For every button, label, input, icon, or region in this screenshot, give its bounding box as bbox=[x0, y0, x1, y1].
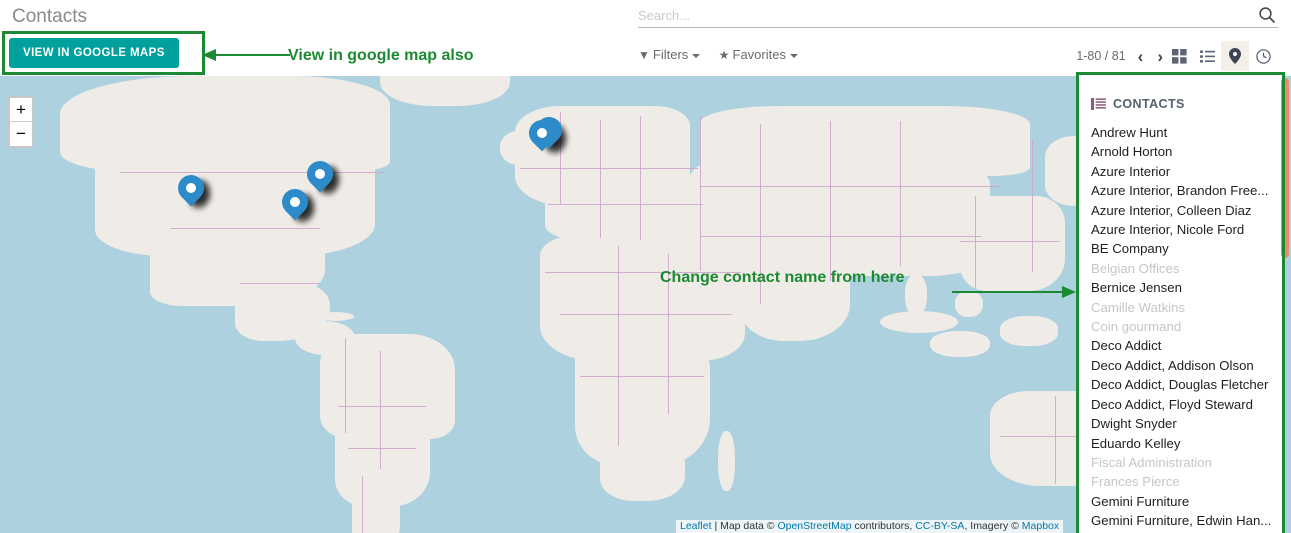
view-switcher bbox=[1165, 40, 1277, 72]
list-lines-icon bbox=[1091, 98, 1106, 110]
search-input[interactable] bbox=[638, 4, 1238, 26]
map-view-button[interactable] bbox=[1221, 41, 1249, 71]
annotation-arrow-google-maps bbox=[202, 49, 290, 61]
search-icon[interactable] bbox=[1258, 6, 1276, 24]
attrib-mid2: contributors, bbox=[851, 520, 916, 532]
pager-count: 1-80 / 81 bbox=[1076, 49, 1126, 63]
map-pin-icon bbox=[1229, 48, 1241, 64]
cc-license-link[interactable]: CC-BY-SA bbox=[915, 520, 964, 532]
zoom-in-button[interactable]: + bbox=[10, 98, 32, 122]
chevron-right-icon[interactable]: › bbox=[1155, 48, 1165, 65]
favorites-label: Favorites bbox=[732, 47, 786, 62]
map-attribution: Leaflet | Map data © OpenStreetMap contr… bbox=[676, 520, 1064, 533]
annotation-label-contact-name: Change contact name from here bbox=[660, 269, 905, 286]
chevron-left-icon[interactable]: ‹ bbox=[1136, 48, 1146, 65]
star-icon: ★ bbox=[718, 48, 730, 62]
pager: 1-80 / 81 ‹ › bbox=[1076, 42, 1165, 70]
contact-list-item[interactable]: Azure Interior, Nicole Ford bbox=[1077, 220, 1284, 239]
contact-list-item[interactable]: Gemini Furniture, Edwin Han... bbox=[1077, 511, 1284, 530]
contact-list-item[interactable]: Coin gourmand bbox=[1077, 317, 1284, 336]
kanban-view-button[interactable] bbox=[1165, 41, 1193, 71]
contact-list-item[interactable]: Deco Addict bbox=[1077, 336, 1284, 355]
contact-list-item[interactable]: Deco Addict, Addison Olson bbox=[1077, 356, 1284, 375]
grid-icon bbox=[1171, 48, 1187, 64]
contact-list-item[interactable]: Dwight Snyder bbox=[1077, 414, 1284, 433]
osm-link[interactable]: OpenStreetMap bbox=[777, 520, 851, 532]
view-in-google-maps-button[interactable]: VIEW IN GOOGLE MAPS bbox=[9, 38, 179, 68]
attrib-mid1: | Map data © bbox=[711, 520, 778, 532]
clock-icon bbox=[1255, 48, 1271, 64]
contact-list-item[interactable]: Camille Watkins bbox=[1077, 298, 1284, 317]
contact-list-item[interactable]: Deco Addict, Floyd Steward bbox=[1077, 395, 1284, 414]
list-view-button[interactable] bbox=[1193, 41, 1221, 71]
page-title: Contacts bbox=[12, 6, 87, 27]
annotation-label-google-maps: View in google map also bbox=[288, 47, 474, 64]
control-row: ▼ Filters ★ Favorites 1-80 / 81 ‹ › bbox=[638, 40, 1283, 72]
leaflet-link[interactable]: Leaflet bbox=[680, 520, 712, 532]
map-marker-cluster[interactable] bbox=[523, 111, 569, 158]
annotation-arrow-contact-name bbox=[952, 286, 1076, 298]
contact-list-item[interactable]: Fiscal Administration bbox=[1077, 453, 1284, 472]
contact-list-item[interactable]: BE Company bbox=[1077, 239, 1284, 258]
mapbox-link[interactable]: Mapbox bbox=[1022, 520, 1059, 532]
contact-list-item[interactable]: Azure Interior bbox=[1077, 162, 1284, 181]
list-icon bbox=[1199, 50, 1215, 63]
zoom-out-button[interactable]: − bbox=[10, 122, 32, 146]
map-zoom-control[interactable]: + − bbox=[8, 96, 34, 148]
attrib-mid3: , Imagery © bbox=[964, 520, 1022, 532]
favorites-dropdown[interactable]: ★ Favorites bbox=[719, 42, 798, 68]
contact-list-item[interactable]: Azure Interior, Brandon Free... bbox=[1077, 181, 1284, 200]
search-bar[interactable] bbox=[638, 4, 1278, 28]
top-bar: Contacts VIEW IN GOOGLE MAPS ▼Filters ★F… bbox=[0, 0, 1291, 76]
contacts-panel-title: CONTACTS bbox=[1113, 97, 1185, 111]
contacts-list[interactable]: Andrew Hunt Arnold Horton Azure Interior Az… bbox=[1077, 123, 1284, 531]
chevron-down-icon bbox=[692, 53, 701, 58]
contacts-panel-inner: CONTACTS Andrew Hunt Arnold Horton Azure I… bbox=[1077, 73, 1284, 531]
contact-list-item[interactable]: Belgian Offices bbox=[1077, 259, 1284, 278]
contact-list-item[interactable]: Azure Interior, Colleen Diaz bbox=[1077, 201, 1284, 220]
contact-list-item[interactable]: Deco Addict, Douglas Fletcher bbox=[1077, 375, 1284, 394]
filter-funnel-icon: ▼ bbox=[638, 48, 650, 62]
contact-list-item[interactable]: Bernice Jensen bbox=[1077, 278, 1284, 297]
contacts-panel-header: CONTACTS bbox=[1077, 83, 1284, 123]
map-marker[interactable] bbox=[276, 183, 317, 227]
filters-dropdown[interactable]: ▼ Filters bbox=[638, 42, 701, 68]
activity-view-button[interactable] bbox=[1249, 41, 1277, 71]
contact-list-item[interactable]: Eduardo Kelley bbox=[1077, 434, 1284, 453]
filters-label: Filters bbox=[652, 47, 689, 62]
contact-list-item[interactable]: Gemini Furniture bbox=[1077, 492, 1284, 511]
contact-list-item[interactable]: Andrew Hunt bbox=[1077, 123, 1284, 142]
contacts-map-page: + − Leaflet | Map data © OpenStreetMap c… bbox=[0, 0, 1291, 533]
contact-list-item[interactable]: Frances Pierce bbox=[1077, 472, 1284, 491]
contact-list-item[interactable]: Arnold Horton bbox=[1077, 142, 1284, 161]
contacts-panel[interactable]: CONTACTS Andrew Hunt Arnold Horton Azure I… bbox=[1077, 73, 1284, 533]
chevron-down-icon bbox=[789, 53, 798, 58]
map-marker[interactable] bbox=[172, 169, 213, 213]
vertical-scrollbar-thumb[interactable] bbox=[1281, 78, 1289, 258]
